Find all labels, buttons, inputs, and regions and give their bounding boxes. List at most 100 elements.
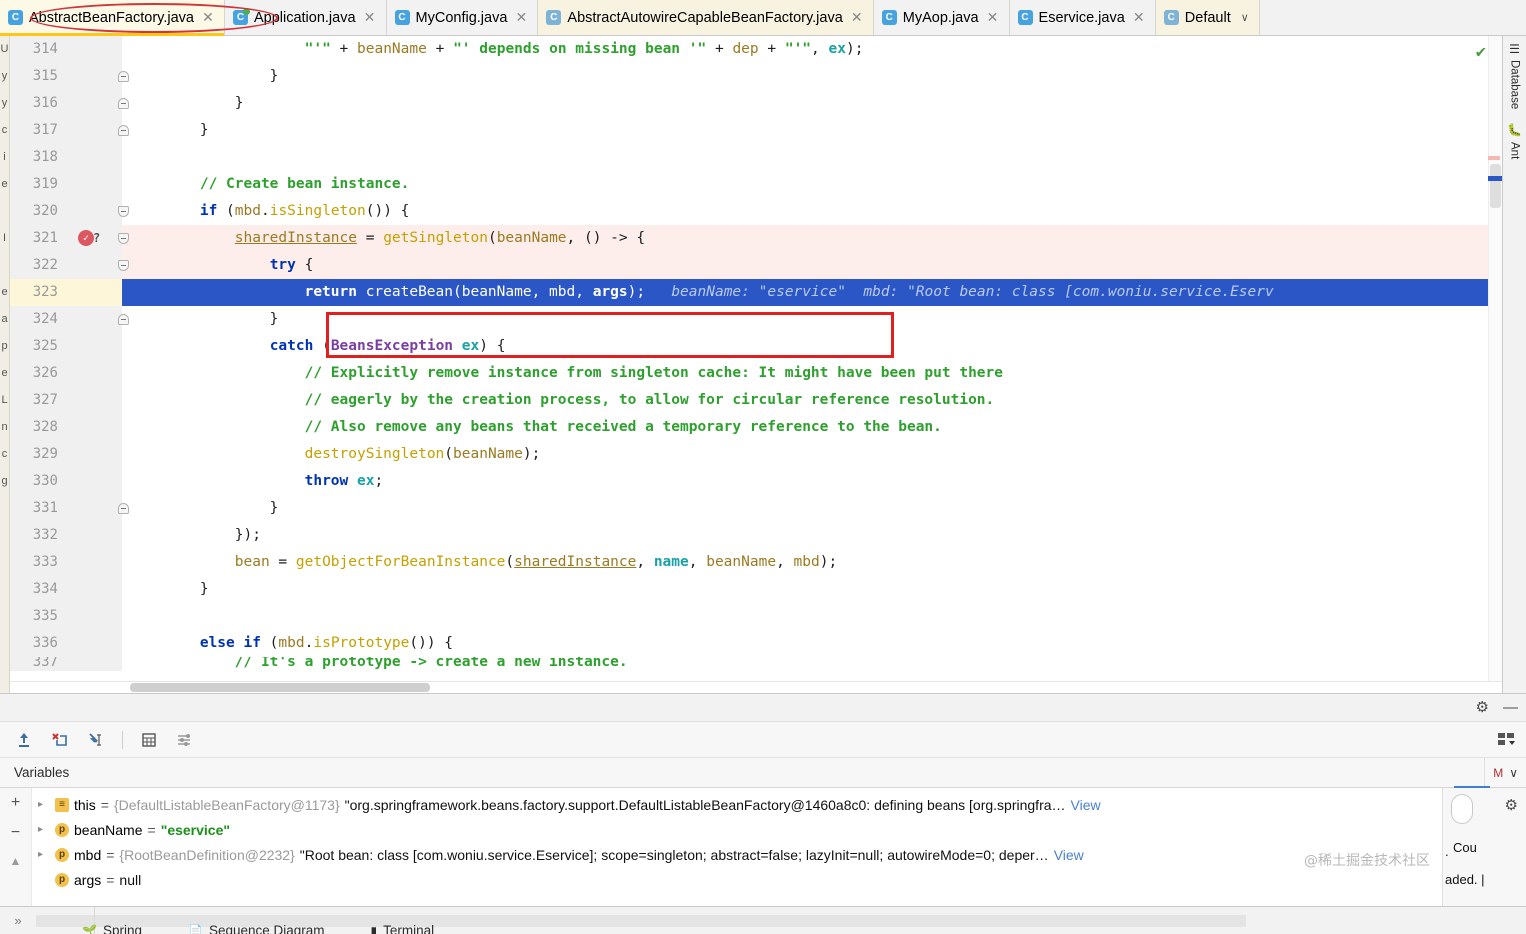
close-icon[interactable]: ✕	[202, 9, 214, 26]
line-gutter[interactable]	[66, 468, 122, 495]
gear-icon[interactable]: ⚙	[1505, 796, 1518, 814]
table-row[interactable]: ▸ ≡ this = {DefaultListableBeanFactory@1…	[32, 792, 1442, 817]
close-icon[interactable]: ✕	[515, 9, 528, 26]
code-line-337: 337 // It's a prototype -> create a new …	[10, 657, 1502, 671]
view-link[interactable]: View	[1071, 797, 1101, 813]
view-link[interactable]: View	[1054, 847, 1084, 863]
table-row[interactable]: ▸ p beanName = "eservice"	[32, 817, 1442, 842]
line-gutter[interactable]	[66, 387, 122, 414]
tool-window-ant[interactable]: 🐛 Ant	[1508, 123, 1522, 159]
code-text: sharedInstance = getSingleton(beanName, …	[234, 230, 646, 246]
line-gutter[interactable]	[66, 252, 129, 279]
expand-arrow-icon[interactable]: ▸	[38, 799, 50, 810]
bottom-tab-spring[interactable]: 🌱 Spring	[82, 923, 142, 934]
line-gutter[interactable]	[66, 441, 122, 468]
variables-list[interactable]: ▸ ≡ this = {DefaultListableBeanFactory@1…	[32, 788, 1442, 906]
code-line-335: 335	[10, 603, 1502, 630]
line-gutter[interactable]	[66, 630, 122, 657]
editor-tab-default[interactable]: C Default ∨	[1155, 0, 1260, 35]
fold-icon[interactable]	[118, 206, 129, 217]
expand-arrow-icon[interactable]: ▸	[38, 824, 50, 835]
chevron-down-icon[interactable]: ∨	[1509, 766, 1518, 780]
line-gutter[interactable]	[66, 360, 122, 387]
memory-tab-label[interactable]: M	[1493, 766, 1503, 780]
vertical-scrollbar-thumb[interactable]	[1490, 164, 1501, 208]
close-icon[interactable]: ✕	[1133, 9, 1145, 26]
force-step-into-icon[interactable]	[50, 730, 70, 750]
variable-ref: {RootBeanDefinition@2232}	[119, 846, 295, 863]
line-gutter[interactable]	[66, 117, 129, 144]
line-gutter[interactable]	[66, 576, 122, 603]
line-gutter[interactable]: ✓ ?	[66, 225, 129, 252]
table-row[interactable]: ▸ p mbd = {RootBeanDefinition@2232} "Roo…	[32, 842, 1442, 867]
step-into-icon[interactable]	[86, 730, 106, 750]
editor-marker-gutter[interactable]	[1488, 36, 1502, 681]
line-gutter[interactable]	[66, 549, 122, 576]
editor-tab-application[interactable]: C Application.java ✕	[224, 0, 387, 35]
move-up-icon[interactable]: ▲	[10, 854, 22, 868]
this-object-icon: ≡	[55, 797, 69, 812]
code-text: bean = getObjectForBeanInstance(sharedIn…	[234, 554, 838, 570]
breakpoint-icon[interactable]: ✓	[78, 230, 94, 246]
editor-tab-abstractbeanfactory[interactable]: C AbstractBeanFactory.java ✕	[0, 0, 225, 36]
layout-settings-icon[interactable]	[1496, 730, 1516, 751]
line-gutter[interactable]	[66, 603, 122, 630]
remove-watch-icon[interactable]: −	[11, 824, 20, 842]
line-gutter[interactable]	[66, 144, 122, 171]
line-gutter[interactable]	[66, 522, 122, 549]
fold-icon[interactable]	[118, 260, 129, 271]
close-icon[interactable]: ✕	[364, 9, 376, 26]
settings-list-icon[interactable]	[175, 730, 195, 750]
minimize-icon[interactable]: —	[1503, 700, 1518, 715]
line-gutter[interactable]	[66, 279, 122, 306]
editor-tab-myconfig[interactable]: C MyConfig.java ✕	[386, 0, 539, 35]
chevron-down-icon[interactable]: ∨	[1241, 11, 1249, 24]
table-row[interactable]: ▸ p args = null	[32, 867, 1442, 892]
marker-warning	[1488, 156, 1500, 160]
editor-tab-eservice[interactable]: C Eservice.java ✕	[1009, 0, 1156, 35]
evaluate-expression-icon[interactable]	[139, 730, 159, 750]
line-gutter[interactable]	[66, 63, 129, 90]
editor-tab-myaop[interactable]: C MyAop.java ✕	[873, 0, 1010, 35]
bottom-tab-label: Sequence Diagram	[208, 923, 325, 934]
bottom-tab-sequence-diagram[interactable]: 📄 Sequence Diagram	[188, 923, 325, 934]
execution-point-highlight: return createBean(beanName, mbd, args); …	[122, 279, 1502, 306]
line-gutter[interactable]	[66, 90, 129, 117]
expand-arrow-icon[interactable]: ▸	[38, 849, 50, 860]
code-line-314: 314 "'" + beanName + "' depends on missi…	[10, 36, 1502, 63]
line-gutter[interactable]	[66, 198, 129, 225]
line-gutter[interactable]	[66, 657, 122, 671]
debugger-panel-header: ⚙ —	[0, 694, 1526, 722]
bottom-tab-terminal[interactable]: ▮ Terminal	[371, 923, 435, 934]
line-gutter[interactable]	[66, 333, 122, 360]
fold-icon[interactable]	[118, 503, 129, 514]
tool-window-database[interactable]: ☰ Database	[1508, 42, 1522, 109]
line-gutter[interactable]	[66, 306, 129, 333]
settings-icon[interactable]: ⚙	[1476, 700, 1489, 715]
line-gutter[interactable]	[66, 495, 129, 522]
fold-icon[interactable]	[118, 71, 129, 82]
fold-icon[interactable]	[118, 125, 129, 136]
fold-icon[interactable]	[118, 98, 129, 109]
code-line-319: 319 // Create bean instance.	[10, 171, 1502, 198]
step-out-icon[interactable]	[14, 730, 34, 750]
inspection-ok-icon[interactable]: ✔	[1476, 42, 1486, 62]
line-gutter[interactable]	[66, 414, 122, 441]
line-gutter[interactable]	[66, 171, 122, 198]
close-icon[interactable]: ✕	[851, 9, 863, 26]
right-tool-strip: ☰ Database 🐛 Ant	[1502, 36, 1526, 693]
code-editor[interactable]: 314 "'" + beanName + "' depends on missi…	[10, 36, 1502, 681]
fold-icon[interactable]	[118, 314, 129, 325]
side-console-label[interactable]: Cou	[1453, 840, 1477, 855]
editor-horizontal-scrollbar[interactable]	[10, 681, 1502, 693]
fold-icon[interactable]	[118, 233, 129, 244]
variable-value: "Root bean: class [com.woniu.service.Ese…	[299, 846, 1049, 863]
scrollbar-thumb[interactable]	[130, 683, 430, 692]
add-watch-icon[interactable]: +	[11, 794, 20, 812]
line-gutter[interactable]	[66, 36, 122, 63]
close-icon[interactable]: ✕	[987, 9, 999, 26]
tab-variables[interactable]: Variables	[0, 758, 83, 788]
code-text: }	[130, 581, 209, 597]
code-text: return createBean(beanName, mbd, args); …	[130, 284, 1274, 300]
editor-tab-abstractautowirecapable[interactable]: C AbstractAutowireCapableBeanFactory.jav…	[538, 0, 874, 35]
